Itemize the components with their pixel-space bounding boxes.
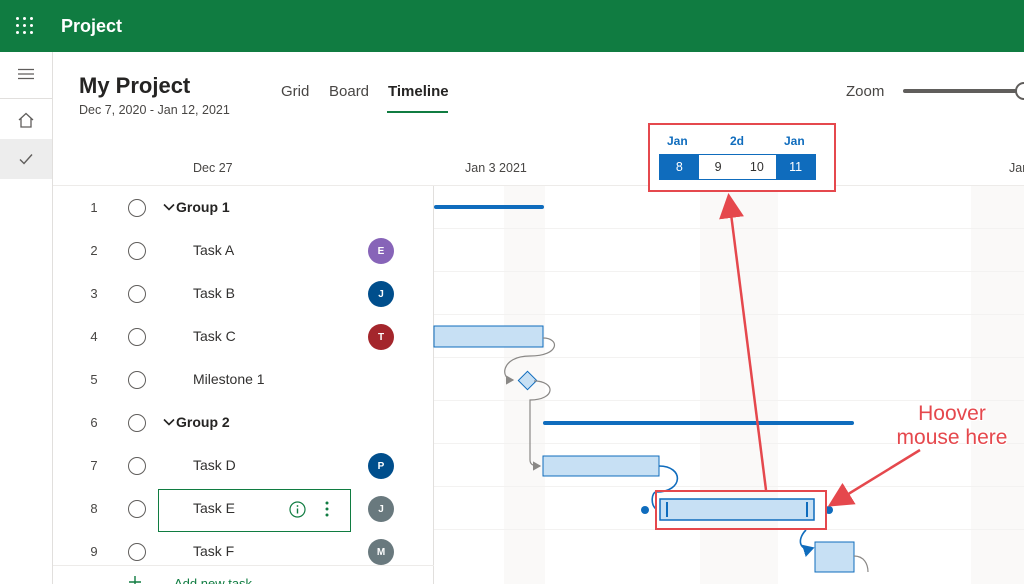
task-name[interactable]: Task E [193,500,235,516]
tooltip-day-cells: 8 9 10 11 [659,154,816,180]
tooltip-day-end: 11 [776,155,815,179]
check-icon [19,154,33,165]
date-range-tooltip: Jan 2d Jan 8 9 10 11 [648,123,836,192]
avatar[interactable]: E [368,238,394,264]
active-tab-indicator [387,111,448,113]
annotation-line: Hoover [918,402,986,425]
selected-cell[interactable] [158,489,351,532]
avatar[interactable]: J [368,281,394,307]
complete-checkbox[interactable] [128,543,146,561]
tooltip-day: 9 [714,160,722,174]
row-number: 9 [90,544,98,559]
timeline-canvas[interactable] [434,186,1024,584]
task-name[interactable]: Task D [193,457,236,473]
weekend-shade [700,186,778,584]
add-task-row[interactable]: Add new task [53,565,434,584]
weekend-shade [971,186,1024,584]
table-row[interactable]: 7 Task D P [53,444,433,487]
avatar[interactable]: P [368,453,394,479]
my-tasks-button[interactable] [0,139,52,179]
zoom-label: Zoom [846,83,885,100]
app-title: Project [61,16,123,36]
annotation-text: Hoover mouse here [888,402,1016,450]
zoom-slider-track[interactable] [903,89,1024,93]
task-grid: 1 Group 1 2 Task A E 3 Task B J 4 Task C… [53,186,434,584]
row-number: 7 [90,458,98,473]
complete-checkbox[interactable] [128,371,146,389]
group-name[interactable]: Group 1 [176,199,230,215]
tab-board[interactable]: Board [329,83,369,100]
table-row[interactable]: 4 Task C T [53,315,433,358]
complete-checkbox[interactable] [128,457,146,475]
menu-icon [18,68,34,80]
avatar[interactable]: M [368,539,394,565]
plus-icon [129,576,141,584]
group-name[interactable]: Group 2 [176,414,230,430]
row-number: 1 [90,200,98,215]
tooltip-day: 10 [749,160,764,174]
date-header-jan: Jan [1009,161,1024,175]
annotation-line: mouse here [896,426,1008,449]
left-rail [0,52,53,584]
complete-checkbox[interactable] [128,242,146,260]
date-header-jan3: Jan 3 2021 [465,161,527,175]
home-icon [18,112,34,128]
table-row[interactable]: 6 Group 2 [53,401,433,444]
table-row-selected[interactable]: 8 Task E J [53,487,433,532]
more-options-icon[interactable] [324,500,330,518]
tooltip-duration: 2d [730,134,745,148]
table-row[interactable]: 3 Task B J [53,272,433,315]
task-name[interactable]: Task B [193,285,235,301]
add-task-label: Add new task [174,576,253,584]
chevron-down-icon[interactable] [163,203,175,211]
weekend-shade [504,186,545,584]
row-number: 8 [90,501,98,516]
complete-checkbox[interactable] [128,328,146,346]
chevron-down-icon[interactable] [163,418,175,426]
project-title[interactable]: My Project [79,73,190,99]
row-number: 2 [90,243,98,258]
task-name[interactable]: Task F [193,543,234,559]
menu-button[interactable] [0,54,52,94]
tooltip-day-start: 8 [660,155,699,179]
app-launcher-icon[interactable] [16,17,34,35]
table-row[interactable]: 1 Group 1 [53,186,433,229]
avatar[interactable]: J [368,496,394,522]
row-number: 4 [90,329,98,344]
zoom-slider-thumb[interactable] [1015,82,1024,100]
tab-timeline[interactable]: Timeline [388,83,449,100]
project-dates: Dec 7, 2020 - Jan 12, 2021 [79,103,230,117]
complete-checkbox[interactable] [128,285,146,303]
row-number: 5 [90,372,98,387]
app-header: Project [0,0,1024,52]
tooltip-end-month: Jan [784,134,805,148]
avatar[interactable]: T [368,324,394,350]
task-name[interactable]: Task C [193,328,236,344]
task-name[interactable]: Task A [193,242,234,258]
row-number: 6 [90,415,98,430]
row-number: 3 [90,286,98,301]
home-button[interactable] [0,100,52,140]
table-row[interactable]: 2 Task A E [53,229,433,272]
complete-checkbox[interactable] [128,500,146,518]
task-name[interactable]: Milestone 1 [193,371,265,387]
date-header-dec27: Dec 27 [193,161,233,175]
complete-checkbox[interactable] [128,414,146,432]
complete-checkbox[interactable] [128,199,146,217]
tooltip-start-month: Jan [667,134,688,148]
tab-grid[interactable]: Grid [281,83,309,100]
table-row[interactable]: 5 Milestone 1 [53,358,433,401]
info-icon[interactable] [289,501,306,518]
